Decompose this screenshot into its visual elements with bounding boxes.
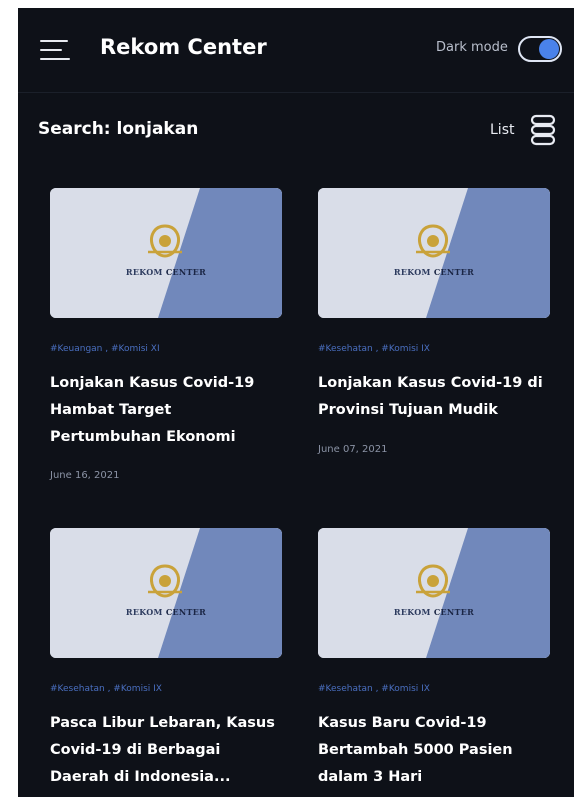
app-frame: Rekom Center Dark mode Search: lonjakan … (18, 8, 574, 797)
dpr-emblem-icon (148, 564, 182, 598)
article-card[interactable]: REKOM CENTER #Kesehatan , #Komisi IX Pas… (36, 528, 286, 797)
thumbnail-logo-text: REKOM CENTER (393, 607, 475, 617)
dpr-emblem-icon (416, 224, 450, 258)
app-title: Rekom Center (100, 35, 267, 59)
search-heading: Search: lonjakan (38, 119, 199, 139)
dark-mode-toggle[interactable] (518, 36, 562, 62)
article-thumbnail: REKOM CENTER (318, 528, 550, 658)
article-card[interactable]: REKOM CENTER #Keuangan , #Komisi XI Lonj… (36, 188, 286, 488)
article-title[interactable]: Kasus Baru Covid-19 Bertambah 5000 Pasie… (318, 710, 550, 791)
article-thumbnail: REKOM CENTER (50, 528, 282, 658)
article-card[interactable]: REKOM CENTER #Kesehatan , #Komisi IX Kas… (304, 528, 554, 797)
article-thumbnail: REKOM CENTER (318, 188, 550, 318)
dpr-emblem-icon (416, 564, 450, 598)
dark-mode-label: Dark mode (436, 40, 508, 55)
article-title[interactable]: Lonjakan Kasus Covid-19 Hambat Target Pe… (50, 370, 282, 451)
article-tags[interactable]: #Kesehatan , #Komisi IX (50, 684, 162, 694)
list-layout-icon (530, 114, 556, 146)
hamburger-menu-icon[interactable] (40, 40, 72, 60)
article-card[interactable]: REKOM CENTER #Kesehatan , #Komisi IX Lon… (304, 188, 554, 488)
article-tags[interactable]: #Keuangan , #Komisi XI (50, 344, 160, 354)
article-date: June 16, 2021 (50, 470, 120, 481)
article-date: June 07, 2021 (318, 444, 388, 455)
thumbnail-logo-text: REKOM CENTER (125, 267, 207, 277)
article-tags[interactable]: #Kesehatan , #Komisi IX (318, 684, 430, 694)
toggle-knob (539, 39, 559, 59)
article-tags[interactable]: #Kesehatan , #Komisi IX (318, 344, 430, 354)
article-title[interactable]: Pasca Libur Lebaran, Kasus Covid-19 di B… (50, 710, 282, 791)
article-thumbnail: REKOM CENTER (50, 188, 282, 318)
list-view-label: List (490, 122, 515, 138)
dpr-emblem-icon (148, 224, 182, 258)
thumbnail-logo-text: REKOM CENTER (393, 267, 475, 277)
thumbnail-logo-text: REKOM CENTER (125, 607, 207, 617)
article-title[interactable]: Lonjakan Kasus Covid-19 di Provinsi Tuju… (318, 370, 550, 424)
app-header: Rekom Center Dark mode (18, 8, 574, 93)
